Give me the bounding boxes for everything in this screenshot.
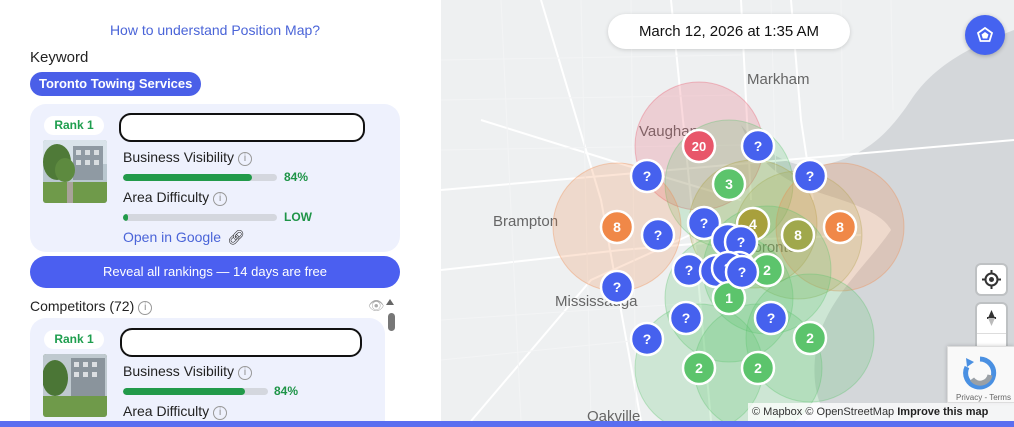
rank-marker[interactable]: ? [629,158,665,194]
business-thumbnail [43,140,107,203]
position-map[interactable]: Markham Vaughan Brampton Mississauga Oak… [441,0,1014,421]
rank-marker[interactable]: 2 [740,350,776,386]
marker-label: 20 [692,139,706,154]
locate-icon [982,270,1001,289]
recaptcha-badge[interactable]: Privacy - Terms [947,346,1014,403]
marker-label: ? [738,264,747,280]
osm-link[interactable]: © OpenStreetMap [805,406,894,418]
keyword-chip[interactable]: Toronto Towing Services [30,72,202,96]
business-card: Rank 1 Business Visibility i 84% Area Dif… [30,104,400,252]
info-icon[interactable]: i [238,366,253,380]
left-panel: How to understand Position Map? Keyword … [0,0,441,421]
rank-marker[interactable]: ? [792,158,828,194]
marker-label: ? [767,310,776,326]
marker-label: ? [806,168,815,184]
marker-label: ? [685,262,694,278]
info-icon[interactable]: i [238,152,253,166]
rank-marker[interactable]: 20 [681,128,717,164]
area-difficulty-value: LOW [284,210,312,224]
business-visibility-bar [123,388,268,395]
city-label: Oakville [587,408,640,421]
rank-marker[interactable]: 8 [780,217,816,253]
area-difficulty-bar [123,214,277,221]
city-label: Markham [747,71,810,88]
competitor-name-redacted [120,328,362,357]
date-pill: March 12, 2026 at 1:35 AM [608,14,850,49]
business-visibility-bar [123,174,277,181]
info-icon[interactable]: i [138,301,153,315]
marker-label: ? [643,168,652,184]
marker-label: ? [737,234,746,250]
rank-marker[interactable]: 3 [711,166,747,202]
improve-map-link[interactable]: Improve this map [897,406,988,418]
marker-label: ? [700,215,709,231]
rank-marker[interactable]: 8 [822,209,858,245]
marker-label: 2 [806,330,814,346]
link-icon: 🔗︎ [227,229,245,245]
marker-label: ? [643,331,652,347]
eye-icon[interactable]: 👁︎ [368,298,385,314]
area-difficulty-label: Area Difficulty i [123,403,228,420]
open-in-google-link[interactable]: Open in Google 🔗︎ [123,229,245,246]
rank-badge: Rank 1 [44,116,104,135]
rank-badge: Rank 1 [44,330,104,349]
help-link[interactable]: How to understand Position Map? [0,22,430,38]
recaptcha-text[interactable]: Privacy - Terms [956,393,1011,402]
info-icon[interactable]: i [213,406,228,420]
rank-marker[interactable]: ? [668,300,704,336]
business-visibility-label: Business Visibility i [123,149,253,166]
rank-marker[interactable]: 2 [681,350,717,386]
city-label: Brampton [493,213,558,230]
rank-marker[interactable]: ? [640,217,676,253]
area-difficulty-label: Area Difficulty i [123,189,228,206]
rank-marker[interactable]: ? [753,300,789,336]
rank-marker[interactable]: 8 [599,209,635,245]
info-icon[interactable]: i [213,192,228,206]
marker-label: 2 [695,360,703,376]
scroll-up-arrow[interactable] [386,299,394,305]
marker-label: ? [613,279,622,295]
mapbox-link[interactable]: © Mapbox [752,406,802,418]
competitor-card[interactable]: Rank 1 Business Visibility i 84% Area Dif… [30,318,385,421]
recaptcha-icon [963,356,997,390]
marker-label: ? [682,310,691,326]
geolocate-button[interactable] [977,265,1006,294]
map-attribution: © Mapbox © OpenStreetMap Improve this ma… [748,403,1014,421]
reveal-rankings-button[interactable]: Reveal all rankings — 14 days are free [30,256,400,288]
rank-marker[interactable]: ? [599,269,635,305]
business-visibility-label: Business Visibility i [123,363,253,380]
rank-marker[interactable]: ? [629,321,665,357]
competitors-label: Competitors (72) i [30,298,153,315]
marker-label: 8 [613,219,621,235]
marker-label: ? [754,138,763,154]
layers-icon [976,26,994,42]
rank-marker[interactable]: 2 [792,320,828,356]
geolocate-control[interactable] [977,265,1006,294]
keyword-label: Keyword [30,49,89,66]
rank-marker[interactable]: ? [724,254,760,290]
competitor-thumbnail [43,354,107,417]
marker-label: 2 [763,262,771,278]
marker-label: ? [654,227,663,243]
marker-label: 8 [836,219,844,235]
scrollbar-thumb[interactable] [388,313,395,331]
business-visibility-value: 84% [274,384,299,398]
marker-label: 2 [754,360,762,376]
layers-button[interactable] [965,15,1005,55]
marker-label: 1 [725,290,733,306]
marker-label: 3 [725,176,733,192]
business-visibility-value: 84% [284,170,309,184]
map-canvas[interactable]: Markham Vaughan Brampton Mississauga Oak… [441,0,1014,421]
marker-label: 8 [794,227,802,243]
business-name-redacted [119,113,365,142]
rank-marker[interactable]: ? [740,128,776,164]
compass-icon [988,310,995,326]
